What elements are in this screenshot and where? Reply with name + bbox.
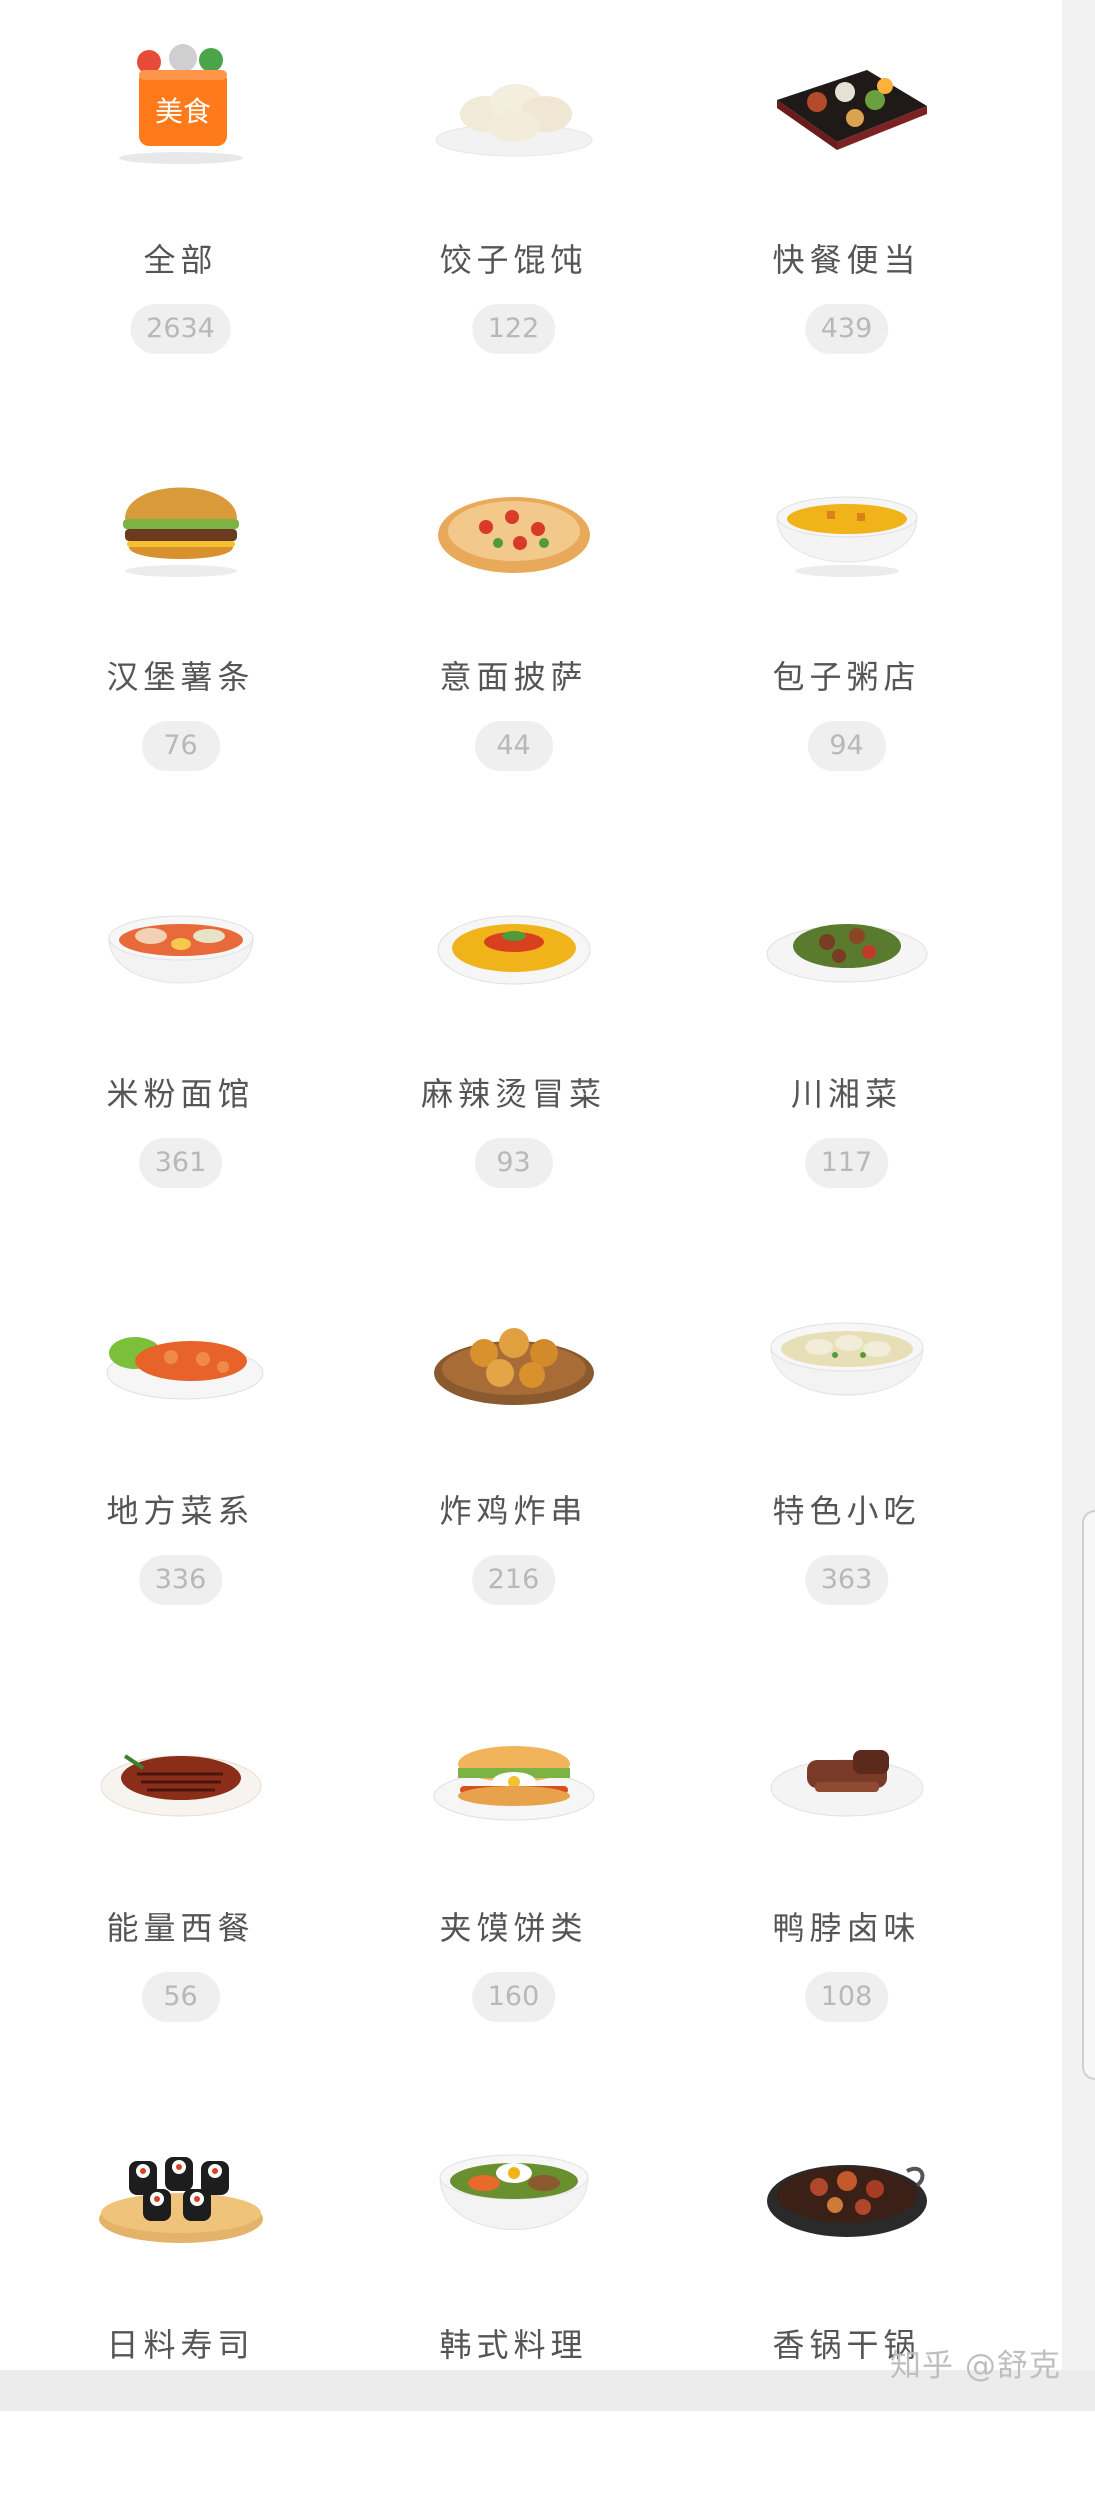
category-item-braised[interactable]: 鸭脖卤味 108 (680, 1668, 1013, 2085)
shrimp-plate-icon (91, 1281, 271, 1421)
category-item-dry-pot[interactable]: 香锅干锅 (680, 2085, 1013, 2502)
congee-bowl-icon (757, 447, 937, 587)
category-label: 韩式料理 (439, 2326, 588, 2364)
count-badge: 93 (474, 1138, 553, 1188)
category-page: 美食 全部 2634 饺子馄饨 122 快餐便当 439 汉堡薯条 76 意面披… (0, 0, 1062, 2411)
wonton-soup-icon (757, 1281, 937, 1421)
watermark: 知乎 @舒克 (890, 2348, 1061, 2384)
count-badge: 2634 (130, 304, 231, 354)
pizza-icon (424, 447, 604, 587)
category-label: 夹馍饼类 (439, 1909, 588, 1947)
category-label: 川湘菜 (790, 1075, 902, 1113)
dumplings-icon (424, 30, 604, 170)
category-grid: 美食 全部 2634 饺子馄饨 122 快餐便当 439 汉堡薯条 76 意面披… (14, 0, 1014, 2502)
count-badge: 117 (804, 1138, 889, 1188)
category-item-japanese[interactable]: 日料寿司 (14, 2085, 347, 2502)
count-badge: 336 (138, 1555, 223, 1605)
count-badge: 160 (471, 1972, 556, 2022)
category-label: 包子粥店 (772, 658, 921, 696)
category-label: 汉堡薯条 (106, 658, 255, 696)
count-badge: 439 (804, 304, 889, 354)
category-item-fried-chicken[interactable]: 炸鸡炸串 216 (347, 1251, 680, 1668)
scroll-indicator[interactable] (1082, 1510, 1095, 2080)
category-item-pizza[interactable]: 意面披萨 44 (347, 417, 680, 834)
noodle-bowl-icon (91, 864, 271, 1004)
bento-box-icon (757, 30, 937, 170)
spicy-hotpot-bowl-icon (424, 864, 604, 1004)
category-label: 日料寿司 (106, 2326, 255, 2364)
count-badge: 361 (138, 1138, 223, 1188)
category-label: 快餐便当 (772, 241, 921, 279)
burger-icon (91, 447, 271, 587)
category-item-spicy-hotpot[interactable]: 麻辣烫冒菜 93 (347, 834, 680, 1251)
category-item-western[interactable]: 能量西餐 56 (14, 1668, 347, 2085)
category-item-burger[interactable]: 汉堡薯条 76 (14, 417, 347, 834)
count-badge: 363 (804, 1555, 889, 1605)
category-item-bread[interactable]: 夹馍饼类 160 (347, 1668, 680, 2085)
category-label: 炸鸡炸串 (439, 1492, 588, 1530)
count-badge: 122 (471, 304, 556, 354)
category-label: 饺子馄饨 (439, 241, 588, 279)
count-badge: 94 (807, 721, 886, 771)
category-label: 鸭脖卤味 (772, 1909, 921, 1947)
category-item-all[interactable]: 美食 全部 2634 (14, 0, 347, 417)
braised-meat-icon (757, 1698, 937, 1838)
category-label: 能量西餐 (106, 1909, 255, 1947)
category-item-regional[interactable]: 地方菜系 336 (14, 1251, 347, 1668)
category-item-snacks[interactable]: 特色小吃 363 (680, 1251, 1013, 1668)
category-item-dumplings[interactable]: 饺子馄饨 122 (347, 0, 680, 417)
steak-icon (91, 1698, 271, 1838)
all-food-bag-text: 美食 (154, 95, 210, 128)
category-label: 全部 (143, 241, 218, 279)
all-food-bag-icon: 美食 (91, 30, 271, 170)
category-item-congee[interactable]: 包子粥店 94 (680, 417, 1013, 834)
count-badge: 108 (804, 1972, 889, 2022)
category-label: 地方菜系 (106, 1492, 255, 1530)
category-item-noodles[interactable]: 米粉面馆 361 (14, 834, 347, 1251)
count-badge: 44 (474, 721, 553, 771)
category-label: 特色小吃 (772, 1492, 921, 1530)
category-label: 意面披萨 (439, 658, 588, 696)
count-badge: 216 (471, 1555, 556, 1605)
sushi-icon (91, 2115, 271, 2255)
fried-chicken-icon (424, 1281, 604, 1421)
category-label: 米粉面馆 (106, 1075, 255, 1113)
category-item-sichuan-hunan[interactable]: 川湘菜 117 (680, 834, 1013, 1251)
sandwich-icon (424, 1698, 604, 1838)
category-label: 麻辣烫冒菜 (420, 1075, 606, 1113)
dry-pot-icon (757, 2115, 937, 2255)
stir-fry-plate-icon (757, 864, 937, 1004)
bibimbap-icon (424, 2115, 604, 2255)
category-item-korean[interactable]: 韩式料理 (347, 2085, 680, 2502)
category-item-bento[interactable]: 快餐便当 439 (680, 0, 1013, 417)
count-badge: 76 (141, 721, 220, 771)
count-badge: 56 (141, 1972, 220, 2022)
